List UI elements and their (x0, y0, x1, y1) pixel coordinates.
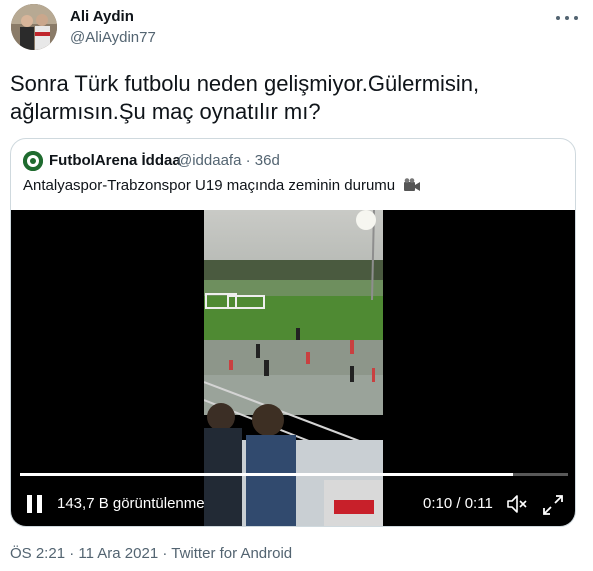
tweet-time[interactable]: ÖS 2:21 (10, 545, 65, 562)
view-count: 143,7 B görüntülenme (57, 495, 205, 512)
separator: · (245, 152, 251, 169)
progress-fill (20, 473, 514, 476)
fullscreen-icon[interactable] (542, 494, 564, 516)
author-handle[interactable]: @AliAydin77 (70, 29, 156, 46)
pause-icon[interactable] (27, 495, 43, 513)
current-time: 0:10 (423, 495, 453, 512)
tweet: Ali Aydin @AliAydin77 Sonra Türk futbolu… (0, 0, 593, 571)
video-time: 0:10 / 0:11 (423, 495, 493, 512)
separator: · (162, 545, 168, 562)
movie-camera-icon (403, 178, 421, 192)
quoted-author-handle[interactable]: @iddaafa (177, 152, 241, 169)
tweet-date[interactable]: 11 Ara 2021 (78, 545, 158, 562)
time-separator: / (456, 495, 461, 512)
tweet-text: Sonra Türk futbolu neden gelişmiyor.Güle… (10, 71, 480, 124)
tweet-footer: ÖS 2:21 · 11 Ara 2021 · Twitter for Andr… (10, 545, 292, 562)
quoted-meta: @iddaafa · 36d (177, 152, 280, 169)
quoted-avatar[interactable] (23, 151, 43, 171)
separator: · (69, 545, 75, 562)
avatar[interactable] (11, 4, 57, 50)
duration: 0:11 (464, 495, 493, 512)
quoted-text: Antalyaspor-Trabzonspor U19 maçında zemi… (23, 177, 421, 194)
quoted-tweet[interactable]: FutbolArena İddaa @iddaafa · 36d Antalya… (10, 138, 576, 527)
tweet-client[interactable]: Twitter for Android (171, 545, 292, 562)
video-frame[interactable] (204, 210, 383, 526)
quoted-author-name[interactable]: FutbolArena İddaa (49, 152, 181, 169)
author-name[interactable]: Ali Aydin (70, 8, 134, 25)
mute-icon[interactable] (507, 494, 529, 514)
more-options-icon[interactable] (556, 10, 578, 26)
video-player[interactable]: 143,7 B görüntülenme 0:10 / 0:11 (11, 210, 575, 526)
progress-bar[interactable] (20, 473, 568, 476)
quoted-age[interactable]: 36d (255, 152, 280, 169)
quoted-text-body: Antalyaspor-Trabzonspor U19 maçında zemi… (23, 177, 396, 194)
